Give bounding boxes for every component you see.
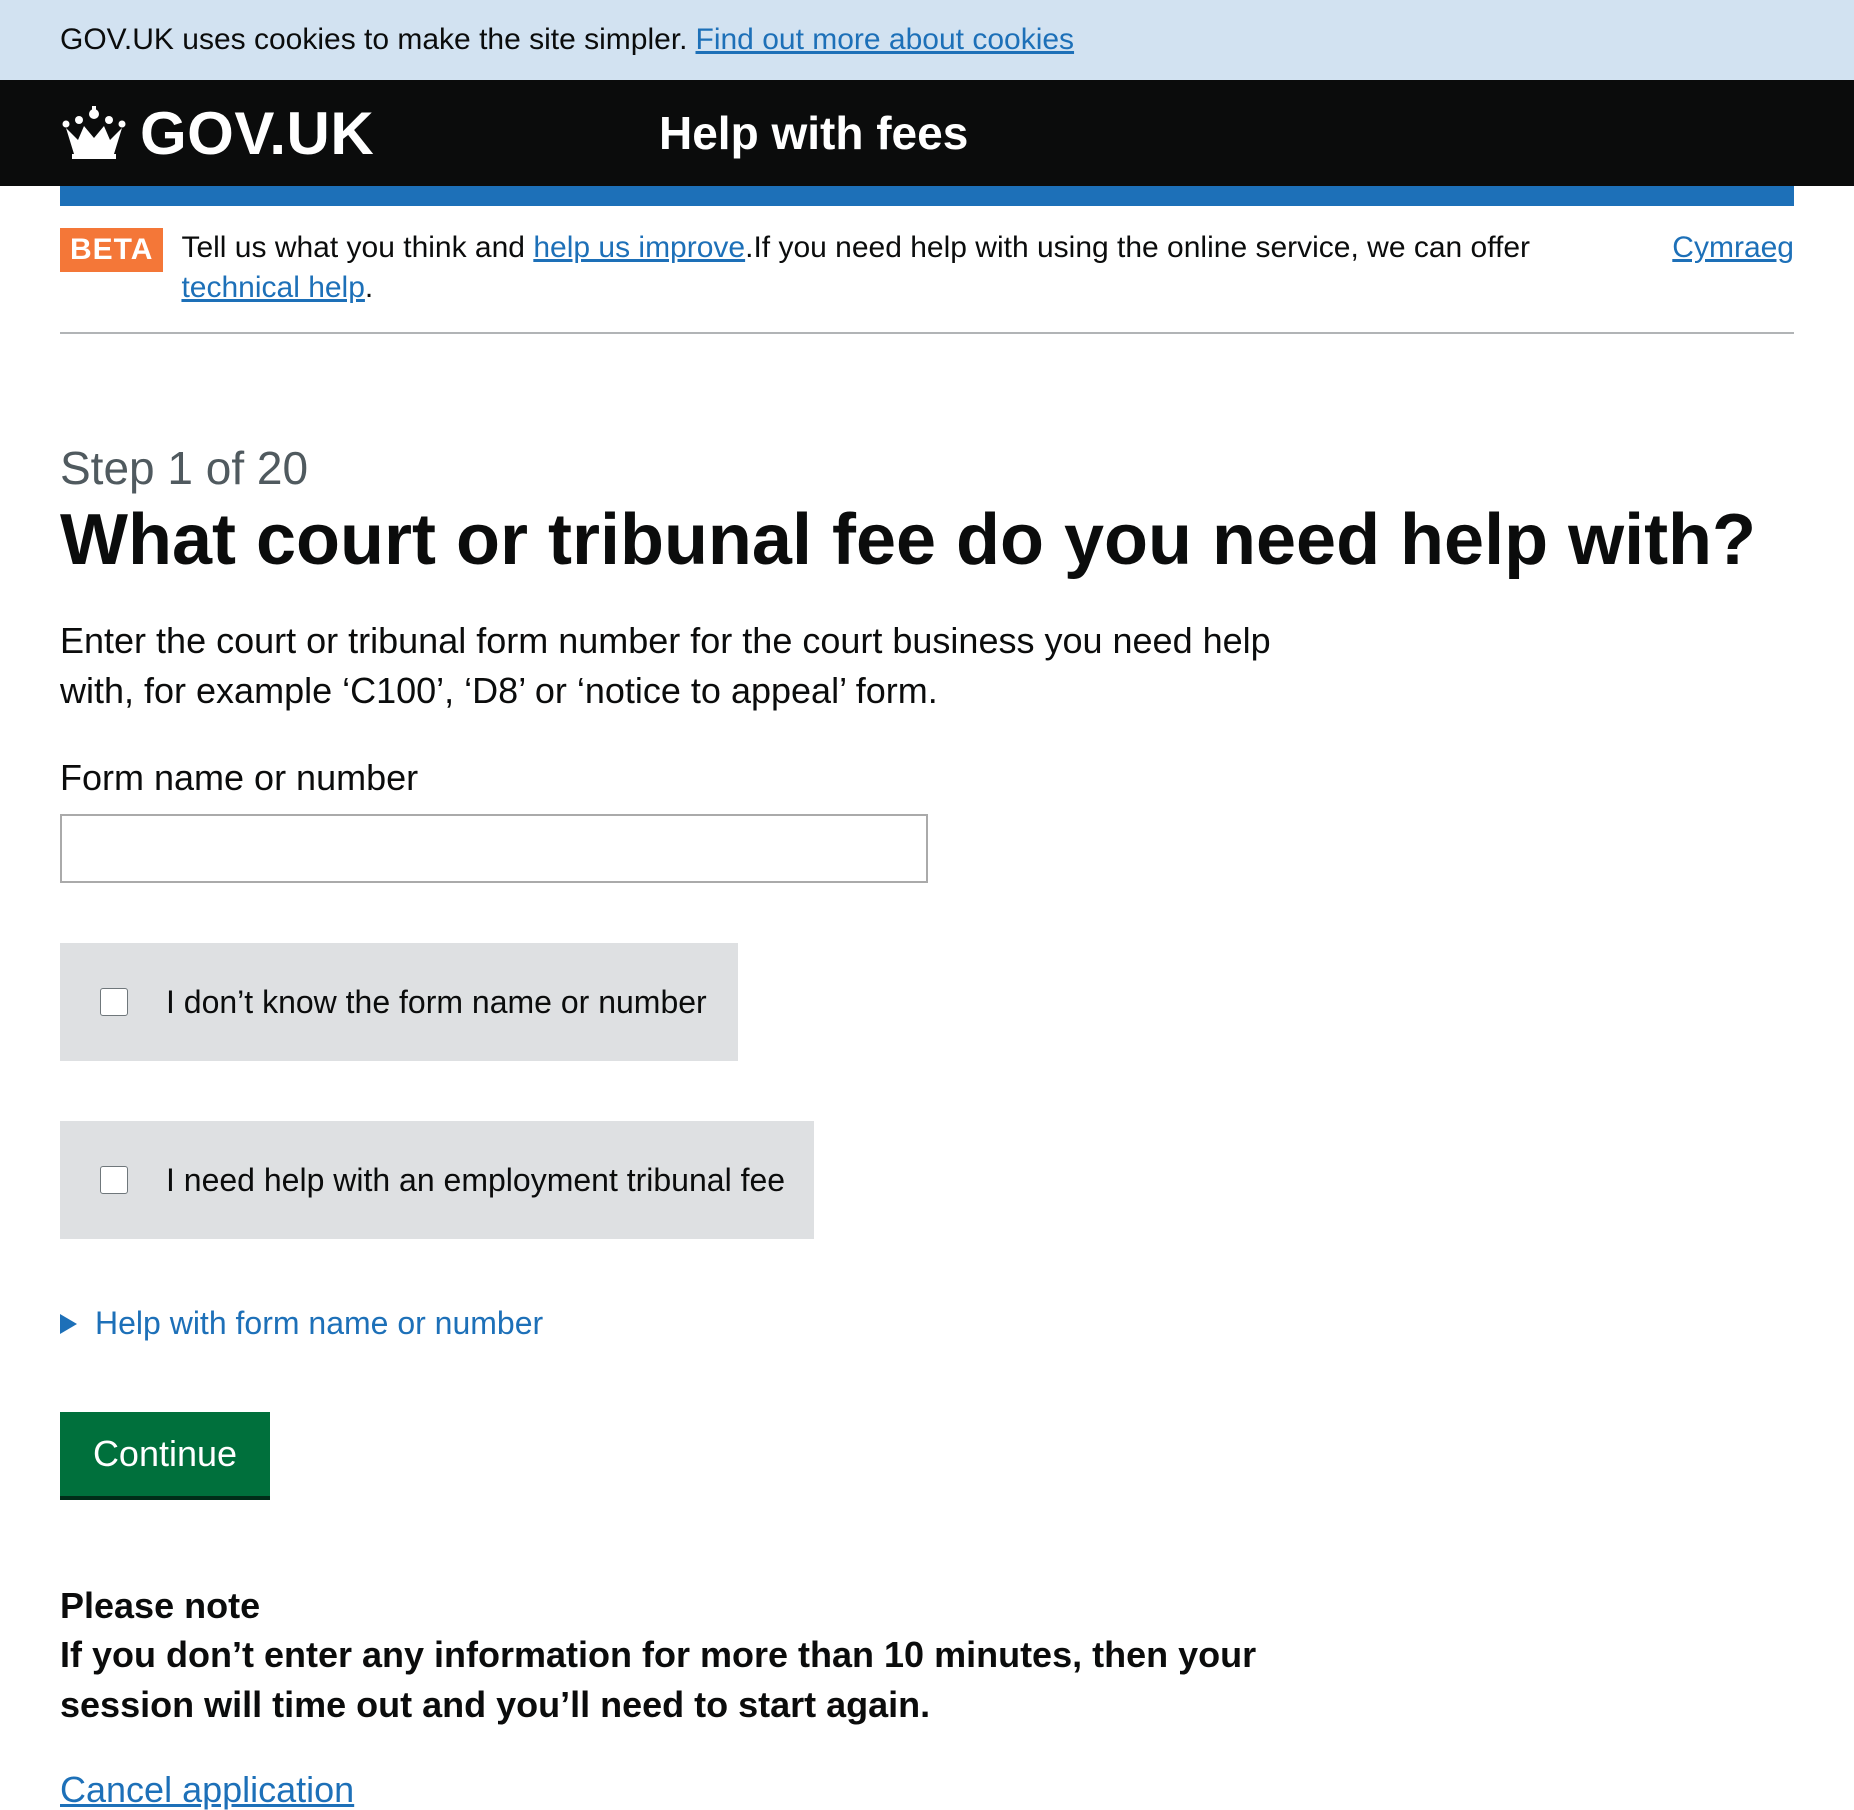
continue-button[interactable]: Continue bbox=[60, 1412, 270, 1496]
session-timeout-note: If you don’t enter any information for m… bbox=[60, 1634, 1257, 1725]
note-title: Please note bbox=[60, 1585, 261, 1626]
form-help-details[interactable]: Help with form name or number bbox=[60, 1305, 1794, 1342]
step-indicator: Step 1 of 20 bbox=[60, 442, 309, 494]
crown-icon bbox=[62, 106, 126, 159]
main-content: Step 1 of 20 What court or tribunal fee … bbox=[0, 442, 1854, 1810]
phase-banner: BETA Tell us what you think and help us … bbox=[60, 206, 1794, 334]
govuk-logo[interactable]: GOV.UK bbox=[60, 99, 374, 168]
site-header: GOV.UK Help with fees bbox=[0, 80, 1854, 186]
logo-text: GOV.UK bbox=[140, 99, 375, 167]
form-help-summary[interactable]: Help with form name or number bbox=[95, 1305, 543, 1342]
triangle-right-icon bbox=[60, 1313, 77, 1334]
cancel-application-link[interactable]: Cancel application bbox=[60, 1770, 1794, 1810]
header-blue-bar bbox=[60, 186, 1794, 206]
technical-help-link[interactable]: technical help bbox=[181, 271, 364, 304]
beta-tag: BETA bbox=[60, 228, 164, 272]
page-title: What court or tribunal fee do you need h… bbox=[60, 500, 1757, 580]
form-name-label: Form name or number bbox=[60, 757, 419, 798]
cookie-banner: GOV.UK uses cookies to make the site sim… bbox=[0, 0, 1854, 80]
feedback-link[interactable]: help us improve bbox=[533, 231, 745, 264]
phase-text-before: Tell us what you think and bbox=[181, 231, 534, 264]
cookie-banner-text: GOV.UK uses cookies to make the site sim… bbox=[60, 23, 688, 56]
service-name[interactable]: Help with fees bbox=[659, 106, 968, 160]
unknown-form-checkbox-label[interactable]: I don’t know the form name or number bbox=[166, 984, 707, 1021]
intro-text: Enter the court or tribunal form number … bbox=[60, 620, 1271, 711]
employment-tribunal-checkbox-option[interactable]: I need help with an employment tribunal … bbox=[60, 1121, 814, 1239]
phase-text-middle: .If you need help with using the online … bbox=[745, 231, 1531, 264]
cookie-info-link[interactable]: Find out more about cookies bbox=[696, 23, 1075, 57]
employment-tribunal-checkbox-label[interactable]: I need help with an employment tribunal … bbox=[166, 1162, 785, 1199]
phase-banner-text: Tell us what you think and help us impro… bbox=[181, 228, 1581, 308]
phase-text-after: . bbox=[364, 271, 374, 304]
unknown-form-checkbox-option[interactable]: I don’t know the form name or number bbox=[60, 943, 738, 1061]
language-toggle-link[interactable]: Cymraeg bbox=[1672, 228, 1794, 268]
form-name-input[interactable] bbox=[60, 814, 928, 883]
unknown-form-checkbox[interactable] bbox=[100, 988, 128, 1016]
employment-tribunal-checkbox[interactable] bbox=[100, 1166, 128, 1194]
